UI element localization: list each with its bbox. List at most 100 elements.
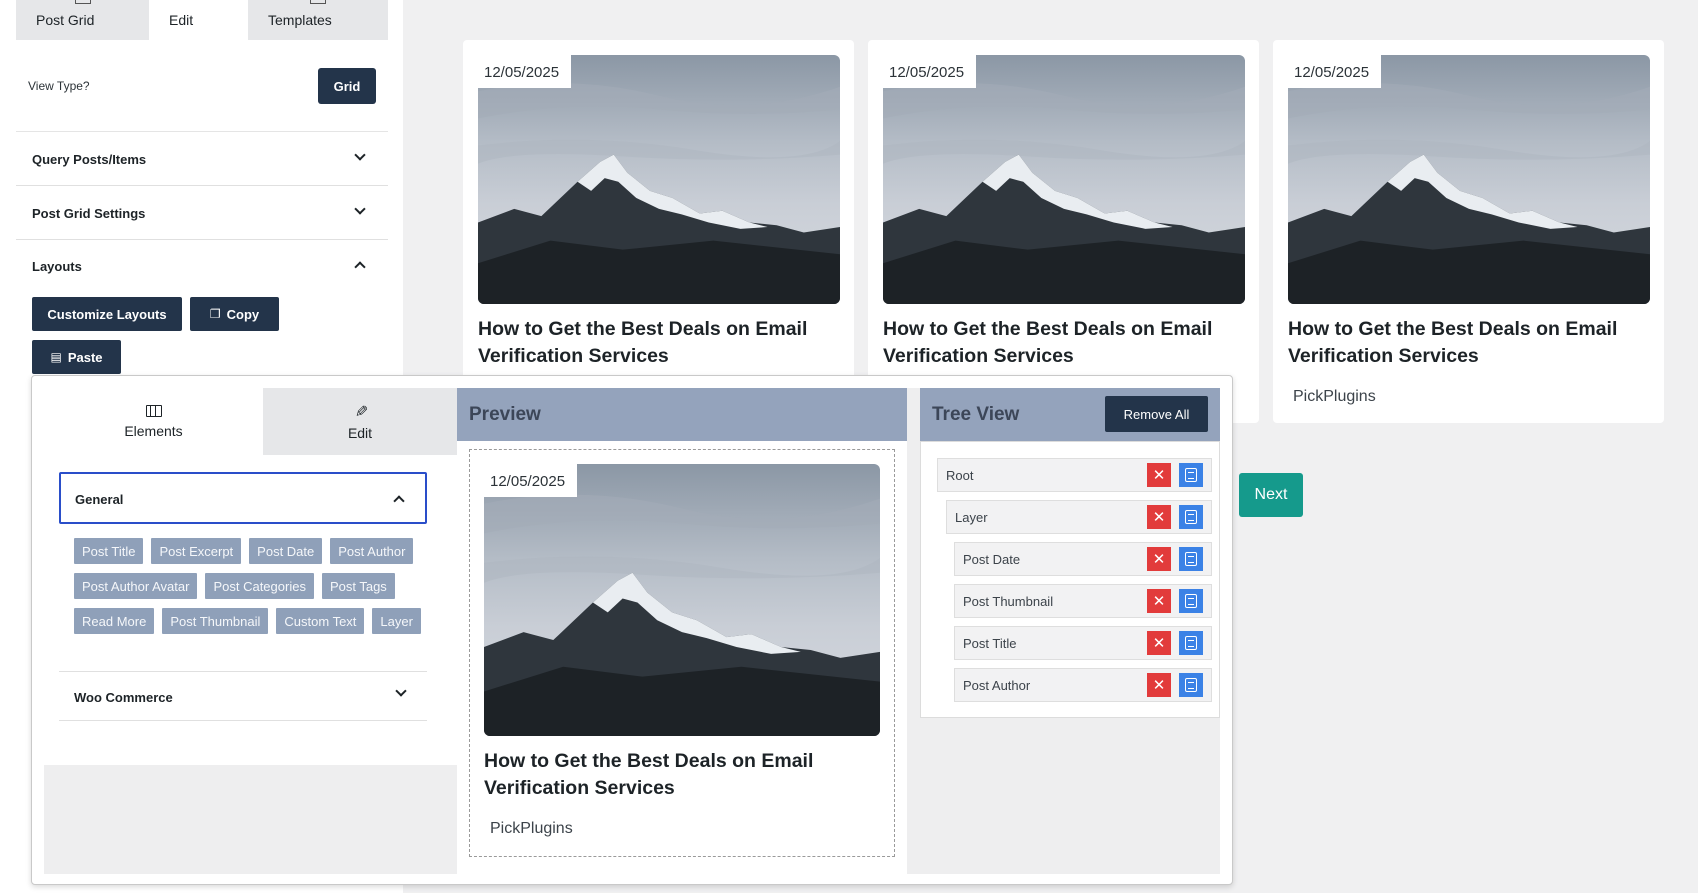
- tree-view-title: Tree View: [932, 404, 1020, 425]
- customize-layouts-label: Customize Layouts: [47, 306, 167, 322]
- post-title[interactable]: How to Get the Best Deals on Email Verif…: [1288, 316, 1653, 370]
- view-type-label: View Type?: [28, 79, 90, 93]
- tab-templates[interactable]: Templates: [248, 0, 388, 40]
- elements-panel: Elements ✎ Edit General Post Title Post …: [44, 388, 457, 765]
- tree-node-label: Post Author: [963, 678, 1031, 693]
- chevron-up-icon: [393, 495, 405, 507]
- accordion-woo-commerce[interactable]: Woo Commerce: [59, 671, 427, 721]
- element-chip-post-date[interactable]: Post Date: [249, 538, 323, 564]
- tab-post-grid-label: Post Grid: [36, 12, 95, 28]
- columns-icon: [145, 404, 162, 417]
- duplicate-icon[interactable]: [1179, 547, 1203, 571]
- post-thumbnail: [1288, 55, 1650, 304]
- element-chip-post-author-avatar[interactable]: Post Author Avatar: [74, 573, 198, 599]
- element-chip-read-more[interactable]: Read More: [74, 608, 155, 634]
- duplicate-icon[interactable]: [1179, 463, 1203, 487]
- post-author[interactable]: PickPlugins: [1293, 388, 1376, 406]
- post-thumbnail: [478, 55, 840, 304]
- post-card[interactable]: 12/05/2025 How to Get the Best Deals on …: [868, 40, 1259, 423]
- element-chip-post-thumbnail[interactable]: Post Thumbnail: [162, 608, 269, 634]
- tree-node-post-date[interactable]: Post Date ✕: [954, 542, 1212, 576]
- tab-templates-label: Templates: [268, 12, 332, 28]
- post-date: 12/05/2025: [1288, 55, 1382, 88]
- tab-edit-element[interactable]: ✎ Edit: [263, 388, 457, 455]
- preview-post-date: 12/05/2025: [484, 464, 578, 497]
- tree-node-post-title[interactable]: Post Title ✕: [954, 626, 1212, 660]
- accordion-woo-commerce-label: Woo Commerce: [74, 690, 173, 705]
- delete-icon[interactable]: ✕: [1147, 547, 1171, 571]
- preview-post-card[interactable]: 12/05/2025 How to Get the Best Deals on …: [469, 449, 895, 857]
- delete-icon[interactable]: ✕: [1147, 673, 1171, 697]
- paste-icon: ▤: [50, 350, 62, 364]
- paste-button[interactable]: ▤ Paste: [32, 340, 121, 374]
- next-page-button[interactable]: Next: [1239, 473, 1303, 517]
- delete-icon[interactable]: ✕: [1147, 463, 1171, 487]
- tree-node-label: Post Thumbnail: [963, 594, 1054, 609]
- accordion-layouts[interactable]: Layouts: [16, 240, 388, 293]
- post-title[interactable]: How to Get the Best Deals on Email Verif…: [478, 316, 843, 370]
- view-type-grid-button[interactable]: Grid: [318, 68, 376, 104]
- tab-edit[interactable]: Edit: [149, 0, 248, 40]
- pencil-icon: ✎: [352, 403, 369, 418]
- post-thumbnail: [883, 55, 1245, 304]
- chevron-down-icon: [354, 203, 366, 215]
- element-chip-post-tags[interactable]: Post Tags: [321, 573, 395, 599]
- element-chip-post-author[interactable]: Post Author: [330, 538, 414, 564]
- tree-node-post-author[interactable]: Post Author ✕: [954, 668, 1212, 702]
- preview-title: Preview: [469, 404, 541, 425]
- paste-label: Paste: [67, 349, 103, 365]
- remove-all-button[interactable]: Remove All: [1105, 396, 1208, 432]
- copy-button[interactable]: ❐ Copy: [190, 297, 279, 331]
- duplicate-icon[interactable]: [1179, 505, 1203, 529]
- post-date: 12/05/2025: [883, 55, 977, 88]
- tab-elements[interactable]: Elements: [44, 388, 263, 455]
- tree-node-label: Root: [946, 468, 974, 483]
- tab-edit-element-label: Edit: [347, 424, 373, 441]
- element-chip-layer[interactable]: Layer: [372, 608, 421, 634]
- element-chip-post-categories[interactable]: Post Categories: [205, 573, 314, 599]
- preview-panel: 12/05/2025 How to Get the Best Deals on …: [457, 441, 907, 874]
- templates-icon: [310, 0, 326, 4]
- tab-elements-label: Elements: [124, 422, 183, 439]
- customize-layouts-button[interactable]: Customize Layouts: [32, 297, 182, 331]
- duplicate-icon[interactable]: [1179, 589, 1203, 613]
- delete-icon[interactable]: ✕: [1147, 505, 1171, 529]
- post-card[interactable]: 12/05/2025 How to Get the Best Deals on …: [1273, 40, 1664, 423]
- view-type-row: View Type? Grid: [16, 56, 388, 132]
- element-chip-list: Post Title Post Excerpt Post Date Post A…: [74, 538, 424, 634]
- chevron-up-icon: [354, 261, 366, 273]
- preview-post-title: How to Get the Best Deals on Email Verif…: [484, 750, 814, 799]
- top-tab-bar: Post Grid Edit Templates: [16, 0, 388, 40]
- accordion-post-grid-settings-label: Post Grid Settings: [32, 206, 146, 221]
- element-chip-custom-text[interactable]: Custom Text: [276, 608, 365, 634]
- tree-node-root[interactable]: Root ✕: [937, 458, 1212, 492]
- element-chip-post-title[interactable]: Post Title: [74, 538, 144, 564]
- delete-icon[interactable]: ✕: [1147, 589, 1171, 613]
- copy-label: Copy: [226, 306, 260, 322]
- sidebar-tabs: Post Grid Edit Templates: [16, 0, 388, 40]
- tree-node-label: Post Date: [963, 552, 1021, 567]
- element-chip-post-excerpt[interactable]: Post Excerpt: [151, 538, 242, 564]
- duplicate-icon[interactable]: [1179, 673, 1203, 697]
- delete-icon[interactable]: ✕: [1147, 631, 1171, 655]
- tree-node-post-thumbnail[interactable]: Post Thumbnail ✕: [954, 584, 1212, 618]
- accordion-general-label: General: [75, 492, 124, 507]
- accordion-query-posts-label: Query Posts/Items: [32, 152, 147, 167]
- preview-post-thumbnail: [484, 464, 880, 736]
- accordion-general[interactable]: General: [59, 472, 427, 524]
- tab-post-grid[interactable]: Post Grid: [16, 0, 149, 40]
- post-card[interactable]: 12/05/2025 How to Get the Best Deals on …: [463, 40, 854, 423]
- tree-node-layer[interactable]: Layer ✕: [946, 500, 1212, 534]
- duplicate-icon[interactable]: [1179, 631, 1203, 655]
- chevron-down-icon: [395, 685, 407, 697]
- accordion-layouts-label: Layouts: [32, 259, 82, 274]
- editor-tabs: Elements ✎ Edit: [44, 388, 457, 455]
- post-title[interactable]: How to Get the Best Deals on Email Verif…: [883, 316, 1248, 370]
- tree-node-label: Post Title: [963, 636, 1017, 651]
- tree-view-header: Tree View Remove All: [920, 388, 1220, 441]
- copy-icon: ❐: [209, 307, 221, 321]
- tab-edit-label: Edit: [169, 12, 194, 28]
- preview-header: Preview: [457, 388, 907, 441]
- accordion-query-posts[interactable]: Query Posts/Items: [16, 133, 388, 186]
- accordion-post-grid-settings[interactable]: Post Grid Settings: [16, 187, 388, 240]
